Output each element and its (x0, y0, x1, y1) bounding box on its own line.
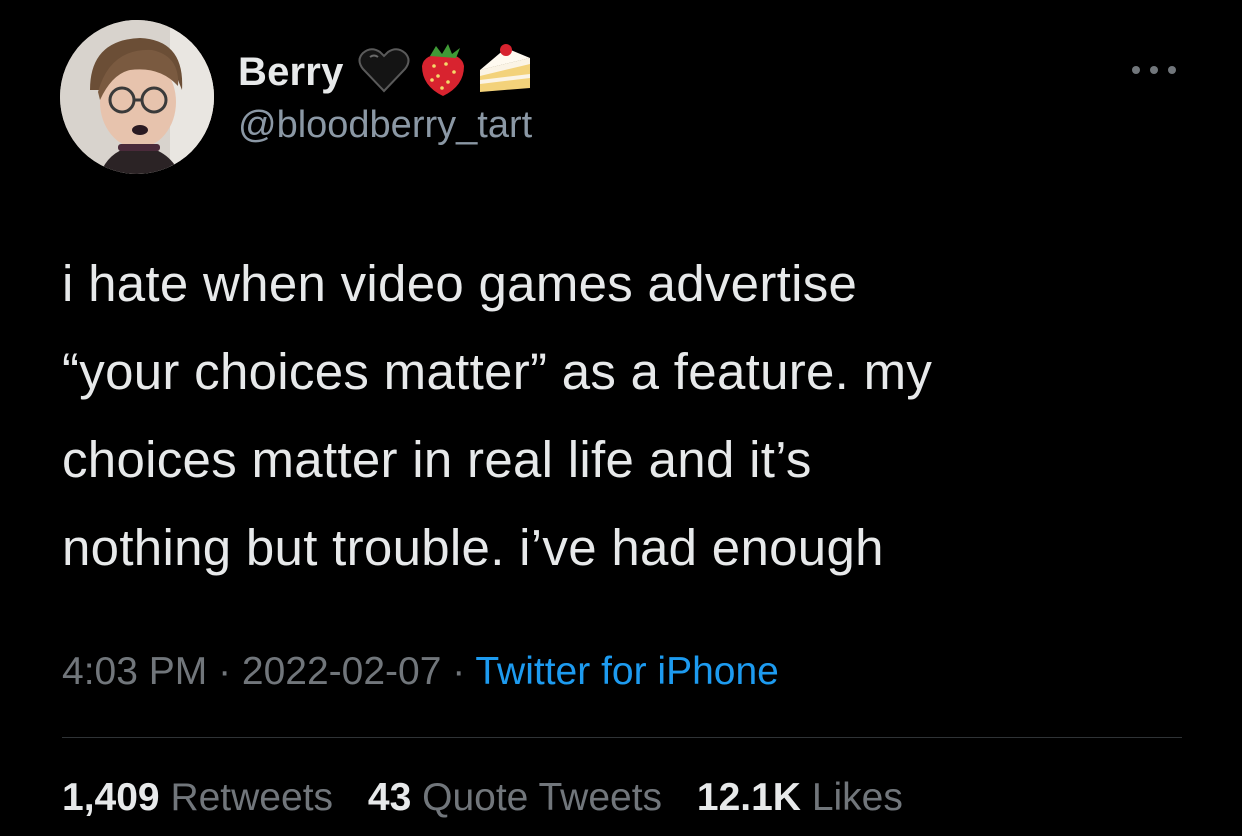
dot (1132, 66, 1140, 74)
author-name-row: Berry (238, 42, 542, 102)
tweet-meta: 4:03 PM · 2022-02-07 · Twitter for iPhon… (62, 650, 779, 694)
divider (62, 737, 1182, 738)
tweet-author[interactable]: Berry @bloodberry_tart (238, 42, 542, 152)
dot (1168, 66, 1176, 74)
tweet-detail: Berry @bloodberry_tart i hate when video… (0, 0, 1242, 836)
dot (1150, 66, 1158, 74)
meta-separator: · (207, 650, 242, 693)
tweet-source-link[interactable]: Twitter for iPhone (475, 650, 778, 693)
quote-tweets-stat[interactable]: 43 Quote Tweets (368, 776, 662, 819)
avatar-photo (60, 20, 214, 174)
likes-count: 12.1K (696, 776, 801, 819)
more-options-icon[interactable] (1132, 58, 1176, 82)
quote-tweets-count: 43 (367, 776, 412, 819)
tweet-date[interactable]: 2022-02-07 (242, 650, 442, 693)
black-heart-icon (358, 47, 410, 98)
strawberry-icon (418, 42, 468, 103)
author-display-name[interactable]: Berry (238, 50, 344, 95)
quote-tweets-label: Quote Tweets (422, 776, 663, 819)
retweets-count: 1,409 (62, 776, 160, 819)
shortcake-icon (476, 43, 534, 101)
retweets-label: Retweets (170, 776, 334, 819)
tweet-time[interactable]: 4:03 PM (62, 650, 207, 693)
likes-stat[interactable]: 12.1K Likes (697, 776, 903, 819)
avatar[interactable] (60, 20, 214, 174)
retweets-stat[interactable]: 1,409 Retweets (62, 776, 333, 819)
tweet-stats: 1,409 Retweets 43 Quote Tweets 12.1K Lik… (62, 776, 927, 820)
likes-label: Likes (811, 776, 903, 819)
tweet-text: i hate when video games advertise “your … (62, 255, 933, 576)
meta-separator: · (441, 650, 476, 693)
author-handle[interactable]: @bloodberry_tart (238, 104, 542, 147)
